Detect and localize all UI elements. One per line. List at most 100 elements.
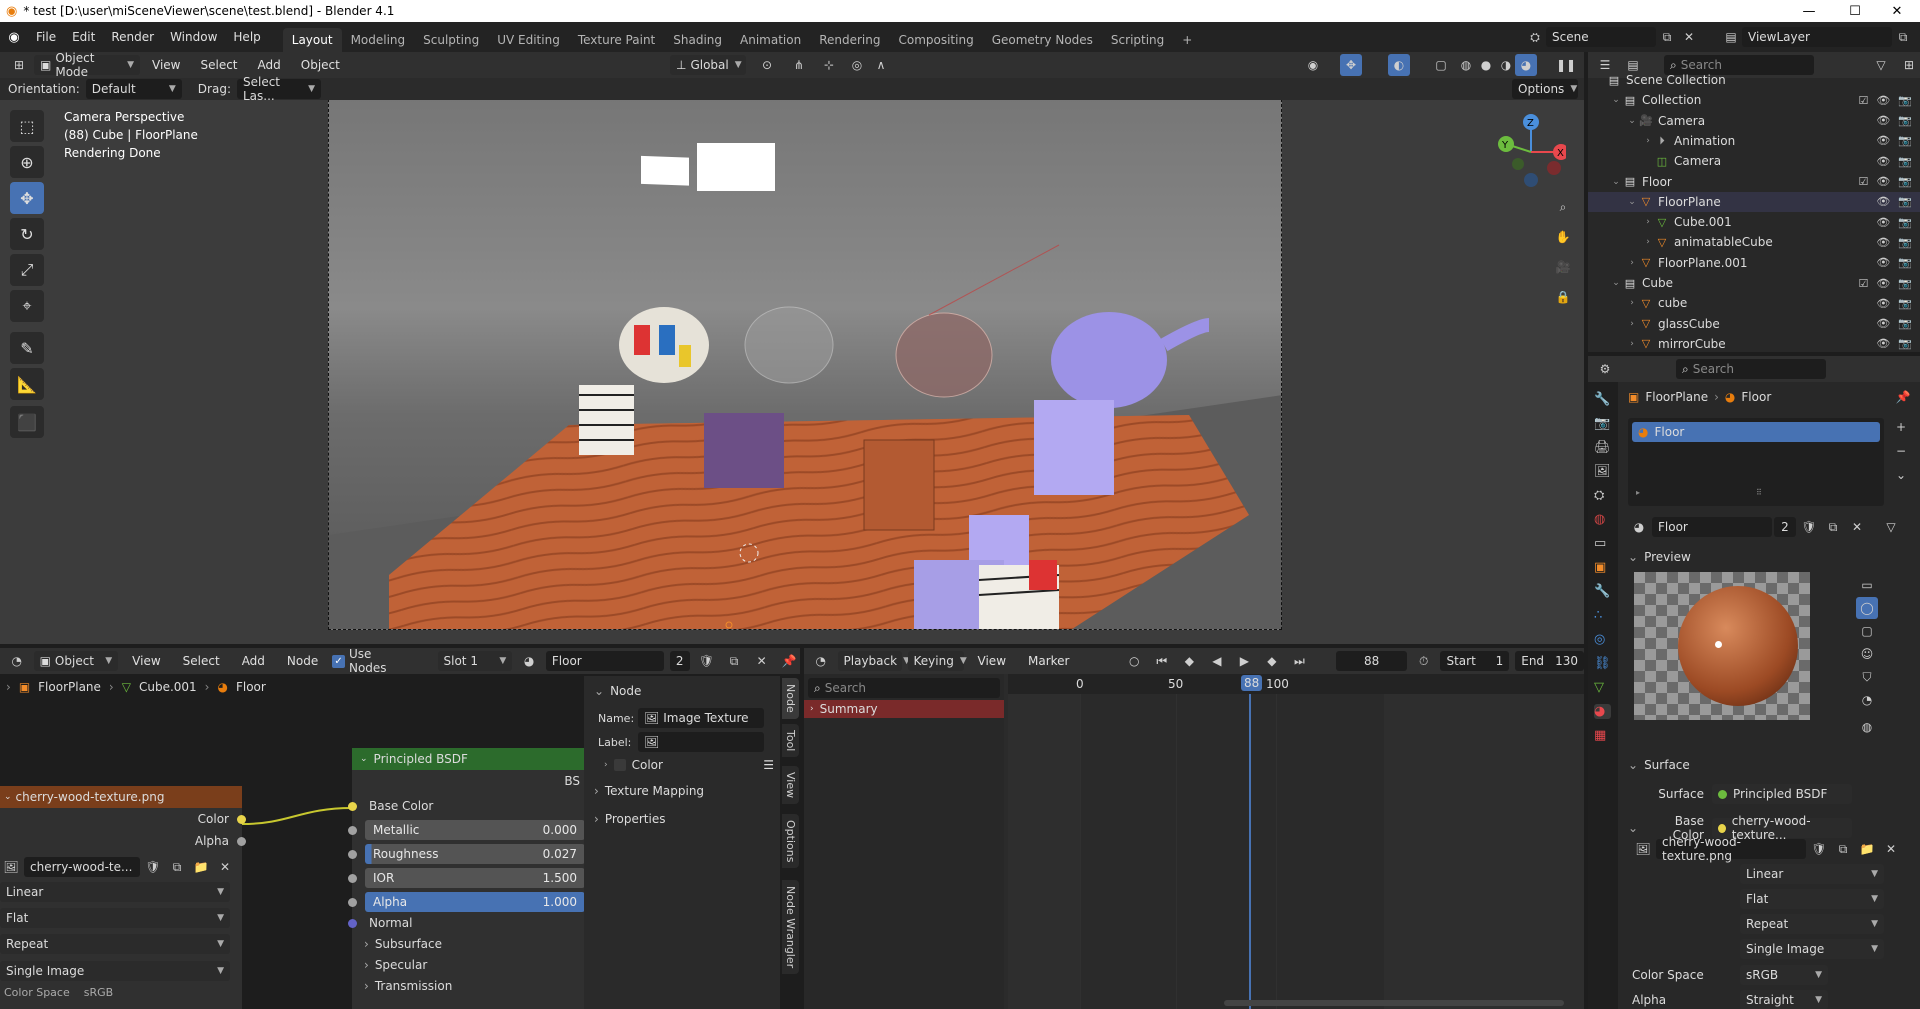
expand-arrow-icon[interactable]: ›	[1626, 319, 1638, 329]
interpolation-dropdown[interactable]: Linear ▼	[1740, 864, 1884, 884]
solid-shading-icon[interactable]: ●	[1475, 54, 1497, 76]
menu-help[interactable]: Help	[225, 26, 268, 48]
preview-cube-icon[interactable]: ▢	[1856, 620, 1878, 642]
base-color-socket[interactable]	[348, 801, 357, 811]
outliner-row[interactable]: › ▽ animatableCube 👁 📷	[1588, 232, 1920, 252]
expand-arrow-icon[interactable]: ›	[1626, 298, 1638, 308]
expand-arrow-icon[interactable]: ⌄	[1610, 95, 1622, 105]
expand-arrow-icon[interactable]: ›	[1626, 339, 1638, 349]
camera-view-icon[interactable]: 🎥	[1552, 256, 1574, 278]
world-tab-icon[interactable]: ◍	[1594, 512, 1611, 527]
transform-orientation-dropdown[interactable]: ⊥ Global ▼	[670, 55, 746, 75]
render-visibility-icon[interactable]: 📷	[1898, 256, 1912, 269]
visibility-eye-icon[interactable]: 👁	[1876, 317, 1890, 330]
tab-texture-paint[interactable]: Texture Paint	[569, 28, 664, 52]
preview-panel-header[interactable]: ⌄ Preview	[1628, 550, 1691, 564]
scene-selector[interactable]: ⛭ Scene ⧉ ✕	[1524, 26, 1700, 48]
editor-type-icon[interactable]: ⊞	[8, 54, 30, 76]
extension-dropdown[interactable]: Repeat ▼	[1740, 914, 1884, 934]
view-layer-tab-icon[interactable]: 🖼	[1594, 464, 1611, 479]
material-name-field[interactable]: Floor	[1652, 517, 1772, 537]
object-tab-icon[interactable]: ▣	[1594, 560, 1611, 575]
tab-scripting[interactable]: Scripting	[1102, 28, 1173, 52]
menu-window[interactable]: Window	[162, 26, 225, 48]
scene-tab-icon[interactable]: ⛭	[1594, 488, 1611, 503]
node-extension-dropdown[interactable]: Repeat ▼	[0, 934, 230, 954]
viewport-menu-select[interactable]: Select	[192, 54, 245, 76]
ior-field[interactable]: IOR 1.500	[365, 868, 585, 888]
tab-modeling[interactable]: Modeling	[342, 28, 415, 52]
transmission-panel[interactable]: › Transmission	[364, 979, 452, 993]
pause-render-icon[interactable]: ❚❚	[1555, 54, 1577, 76]
image-name-field[interactable]: cherry-wood-texture.png	[1656, 835, 1806, 863]
render-visibility-icon[interactable]: 📷	[1898, 297, 1912, 310]
outliner-row[interactable]: ◫ Camera 👁 📷	[1588, 151, 1920, 171]
metallic-socket[interactable]	[348, 825, 357, 835]
resize-handle-icon[interactable]: ⠿	[1756, 488, 1762, 497]
node-material-users[interactable]: 2	[669, 651, 690, 671]
texture-tab-icon[interactable]: ▦	[1594, 728, 1611, 743]
render-visibility-icon[interactable]: 📷	[1898, 134, 1912, 147]
image-texture-node[interactable]: ⌄ cherry-wood-texture.png Color Alpha 🖼 c…	[0, 786, 246, 1009]
view-layer-selector[interactable]: ▤ ViewLayer ⧉ ✕	[1720, 26, 1920, 48]
image-new-icon[interactable]: ⧉	[1832, 838, 1854, 860]
fake-user-icon[interactable]: 🛡	[1798, 516, 1820, 538]
playhead-frame-label[interactable]: 88	[1241, 675, 1263, 691]
expand-arrow-icon[interactable]: ⌄	[1610, 278, 1622, 288]
ior-socket[interactable]	[348, 873, 357, 883]
visibility-eye-icon[interactable]: 👁	[1876, 175, 1890, 188]
channel-search[interactable]: ⌕ Search	[808, 678, 1000, 698]
render-visibility-icon[interactable]: 📷	[1898, 216, 1912, 229]
outliner-row[interactable]: ⌄ ▤ Cube ☑ 👁 📷	[1588, 273, 1920, 293]
node-interpolation-dropdown[interactable]: Linear ▼	[0, 882, 230, 902]
roughness-socket[interactable]	[348, 849, 357, 859]
visibility-eye-icon[interactable]: 👁	[1876, 94, 1890, 107]
properties-search[interactable]: ⌕ Search	[1676, 359, 1826, 379]
blender-menu-icon[interactable]: ◉	[0, 30, 28, 45]
alpha-mode-dropdown[interactable]: Straight ▼	[1740, 990, 1828, 1009]
viewport-menu-add[interactable]: Add	[250, 54, 289, 76]
surface-shader-field[interactable]: Principled BSDF	[1712, 784, 1852, 804]
material-slot-item[interactable]: ◕ Floor	[1632, 422, 1880, 442]
projection-dropdown[interactable]: Flat ▼	[1740, 889, 1884, 909]
visibility-eye-icon[interactable]: 👁	[1876, 216, 1890, 229]
cursor-tool-icon[interactable]: ⊕	[10, 146, 44, 178]
image-fake-user-icon[interactable]: 🛡	[1808, 838, 1830, 860]
transform-tool-icon[interactable]: ⌖	[10, 290, 44, 322]
outliner-row[interactable]: ⌄ 🎥 Camera 👁 📷	[1588, 111, 1920, 131]
source-dropdown[interactable]: Single Image ▼	[1740, 939, 1884, 959]
browse-material-icon[interactable]: ◕	[1628, 516, 1650, 538]
clock-icon[interactable]: ⏱	[1413, 650, 1435, 672]
add-slot-icon[interactable]: +	[1890, 416, 1912, 438]
tab-shading[interactable]: Shading	[664, 28, 731, 52]
tab-sculpting[interactable]: Sculpting	[414, 28, 488, 52]
alpha-socket[interactable]	[348, 897, 357, 907]
expand-arrow-icon[interactable]: ⌄	[1626, 116, 1638, 126]
view-layer-field[interactable]: ViewLayer	[1742, 27, 1892, 47]
delete-scene-icon[interactable]: ✕	[1678, 26, 1700, 48]
color-presets-icon[interactable]: ☰	[763, 758, 774, 772]
rendered-shading-icon[interactable]: ◕	[1515, 54, 1537, 76]
timeline-scrollbar[interactable]	[1224, 1000, 1564, 1006]
timeline-menu-view[interactable]: View	[970, 650, 1014, 672]
preview-fluid-icon[interactable]: ◔	[1856, 689, 1878, 711]
collection-tab-icon[interactable]: ▭	[1594, 536, 1611, 551]
snap-target-icon[interactable]: ⊹	[818, 54, 840, 76]
start-frame-field[interactable]: Start 1	[1440, 651, 1510, 671]
node-fake-user-icon[interactable]: 🛡	[696, 650, 718, 672]
outliner-row[interactable]: › ▽ Cube.001 👁 📷	[1588, 212, 1920, 232]
render-visibility-icon[interactable]: 📷	[1898, 236, 1912, 249]
jump-start-icon[interactable]: ⏮	[1151, 650, 1173, 672]
play-icon[interactable]: ▶	[1234, 650, 1256, 672]
image-unlink-icon[interactable]: ✕	[1880, 838, 1902, 860]
tab-geometry-nodes[interactable]: Geometry Nodes	[983, 28, 1102, 52]
render-visibility-icon[interactable]: 📷	[1898, 114, 1912, 127]
render-visibility-icon[interactable]: 📷	[1898, 195, 1912, 208]
zoom-icon[interactable]: ⌕	[1552, 196, 1574, 218]
drag-dropdown[interactable]: Select Las... ▼	[236, 75, 321, 103]
material-shading-icon[interactable]: ◑	[1495, 54, 1517, 76]
prev-keyframe-icon[interactable]: ◆	[1179, 650, 1201, 672]
material-users-count[interactable]: 2	[1774, 517, 1796, 537]
outliner-row[interactable]: ▤ Scene Collection	[1588, 70, 1920, 90]
falloff-icon[interactable]: ∧	[870, 54, 892, 76]
